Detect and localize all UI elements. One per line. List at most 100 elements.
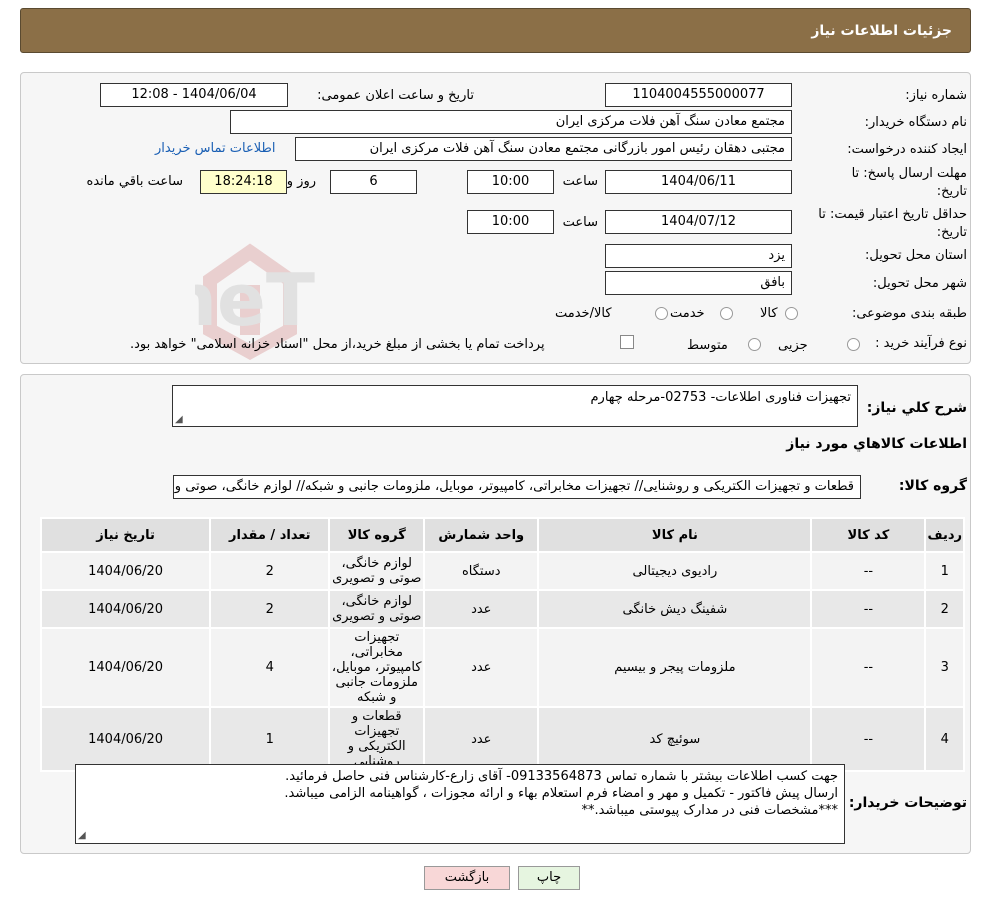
category-service-radio[interactable] [720, 307, 733, 320]
cell-row: 1 [924, 551, 965, 591]
back-button[interactable]: بازگشت [424, 866, 510, 890]
need-number-label: شماره نیاز: [905, 88, 967, 103]
col-qty-header: تعداد / مقدار [209, 517, 331, 553]
cell-date: 1404/06/20 [39, 589, 212, 629]
price-validity-date-field: 1404/07/12 [605, 210, 792, 234]
buyer-notes-line: جهت کسب اطلاعات بیشتر با شماره تماس 0913… [285, 769, 838, 784]
cell-qty: 4 [209, 627, 331, 708]
goods-group-label: گروه کالا: [898, 478, 967, 494]
items-table: ردیف کد کالا نام کالا واحد شمارش گروه کا… [39, 517, 965, 772]
buyer-notes-line: ***مشخصات فنی در مدارک پیوستی میباشد.** [581, 803, 838, 818]
cell-row: 4 [924, 706, 965, 772]
announce-datetime-label: تاریخ و ساعت اعلان عمومی: [317, 88, 474, 103]
col-name-header: نام کالا [537, 517, 813, 553]
cell-date: 1404/06/20 [39, 627, 212, 708]
cell-name: شفینگ دیش خانگی [537, 589, 813, 629]
cell-qty: 2 [209, 551, 331, 591]
page-header: جزئیات اطلاعات نیاز [20, 8, 971, 53]
cell-date: 1404/06/20 [39, 706, 212, 772]
province-label: استان محل تحویل: [865, 248, 967, 263]
deadline-label: مهلت ارسال پاسخ: تا [851, 166, 967, 181]
deadline-date-field: 1404/06/11 [605, 170, 792, 194]
cell-code: -- [810, 706, 927, 772]
category-goods-label: کالا [760, 306, 778, 321]
cell-unit: عدد [423, 627, 540, 708]
price-validity-time-field: 10:00 [467, 210, 554, 234]
cell-unit: عدد [423, 589, 540, 629]
category-goods-service-label: کالا/خدمت [555, 306, 612, 321]
resize-grip-icon: ◢ [78, 830, 86, 841]
cell-code: -- [810, 551, 927, 591]
category-service-label: خدمت [670, 306, 705, 321]
cell-row: 2 [924, 589, 965, 629]
cell-qty: 2 [209, 589, 331, 629]
buyer-contact-link[interactable]: اطلاعات تماس خریدار [155, 141, 275, 156]
city-label: شهر محل تحویل: [872, 276, 967, 291]
col-code-header: کد کالا [810, 517, 927, 553]
cell-unit: عدد [423, 706, 540, 772]
col-row-header: ردیف [924, 517, 965, 553]
cell-qty: 1 [209, 706, 331, 772]
days-label: روز و [286, 174, 316, 189]
resize-grip-icon: ◢ [175, 414, 183, 425]
price-validity-label: حداقل تاریخ اعتبار قیمت: تا [818, 207, 967, 222]
general-description-label: شرح کلي نياز: [866, 400, 967, 416]
goods-group-field: قطعات و تجهیزات الکتریکی و روشنایی// تجه… [173, 475, 861, 499]
remaining-time-field: 18:24:18 [200, 170, 287, 194]
remaining-days-field: 6 [330, 170, 417, 194]
creator-label: ایجاد کننده درخواست: [847, 142, 967, 157]
cell-group: قطعات و تجهیزات الکتریکی و روشنایی [328, 706, 426, 772]
buyer-notes-line: ارسال پیش فاکتور - تکمیل و مهر و امضاء ف… [284, 786, 838, 801]
cell-name: رادیوی دیجیتالی [537, 551, 813, 591]
buyer-notes-label: توضیحات خریدار: [848, 795, 967, 811]
purchase-medium-label: متوسط [687, 338, 728, 353]
remaining-time-label: ساعت باقي مانده [86, 174, 183, 189]
col-unit-header: واحد شمارش [423, 517, 540, 553]
table-row: 4 -- سوئیچ کد عدد قطعات و تجهیزات الکتری… [39, 706, 965, 772]
cell-name: سوئیچ کد [537, 706, 813, 772]
province-field: یزد [605, 244, 792, 268]
cell-group: لوازم خانگی، صوتی و تصویری [328, 589, 426, 629]
category-goods-radio[interactable] [785, 307, 798, 320]
page-title: جزئیات اطلاعات نیاز [811, 23, 952, 39]
cell-name: ملزومات پیجر و بیسیم [537, 627, 813, 708]
buyer-org-field: مجتمع معادن سنگ آهن فلات مرکزی ایران [230, 110, 792, 134]
treasury-checkbox[interactable] [620, 335, 634, 349]
city-field: بافق [605, 271, 792, 295]
cell-unit: دستگاه [423, 551, 540, 591]
buyer-org-label: نام دستگاه خریدار: [864, 115, 967, 130]
table-row: 1 -- رادیوی دیجیتالی دستگاه لوازم خانگی،… [39, 551, 965, 591]
purchase-treasury-note: پرداخت تمام یا بخشی از مبلغ خرید،از محل … [130, 337, 545, 352]
category-label: طبقه بندی موضوعی: [851, 306, 967, 321]
col-date-header: تاریخ نیاز [39, 517, 212, 553]
purchase-type-label: نوع فرآیند خرید : [875, 336, 967, 351]
deadline-time-field: 10:00 [467, 170, 554, 194]
general-description-text: تجهیزات فناوری اطلاعات- 02753-مرحله چهار… [590, 390, 852, 405]
items-section-title: اطلاعات کالاهاي مورد نياز [786, 436, 967, 452]
table-row: 2 -- شفینگ دیش خانگی عدد لوازم خانگی، صو… [39, 589, 965, 629]
validity-time-label: ساعت [562, 215, 598, 230]
cell-code: -- [810, 627, 927, 708]
table-row: 3 -- ملزومات پیجر و بیسیم عدد تجهیزات مخ… [39, 627, 965, 708]
announce-datetime-field: 1404/06/04 - 12:08 [100, 83, 288, 107]
cell-group: لوازم خانگی، صوتی و تصویری [328, 551, 426, 591]
cell-row: 3 [924, 627, 965, 708]
category-goods-service-radio[interactable] [655, 307, 668, 320]
deadline-label-date: تاریخ: [936, 184, 967, 199]
print-button[interactable]: چاپ [518, 866, 580, 890]
cell-group: تجهیزات مخابراتی، کامپیوتر، موبایل، ملزو… [328, 627, 426, 708]
need-number-field: 1104004555000077 [605, 83, 792, 107]
purchase-minor-radio[interactable] [847, 338, 860, 351]
cell-date: 1404/06/20 [39, 551, 212, 591]
price-validity-label-date: تاریخ: [936, 225, 967, 240]
deadline-time-label: ساعت [562, 174, 598, 189]
watermark-text: AriaTender.neT [195, 258, 315, 342]
purchase-medium-radio[interactable] [748, 338, 761, 351]
buyer-notes-field: جهت کسب اطلاعات بیشتر با شماره تماس 0913… [75, 764, 845, 844]
general-description-field: تجهیزات فناوری اطلاعات- 02753-مرحله چهار… [172, 385, 858, 427]
creator-field: مجتبی دهقان رئیس امور بازرگانی مجتمع معا… [295, 137, 792, 161]
purchase-minor-label: جزیی [778, 338, 808, 353]
items-table-header: ردیف کد کالا نام کالا واحد شمارش گروه کا… [39, 517, 965, 553]
col-group-header: گروه کالا [328, 517, 426, 553]
cell-code: -- [810, 589, 927, 629]
